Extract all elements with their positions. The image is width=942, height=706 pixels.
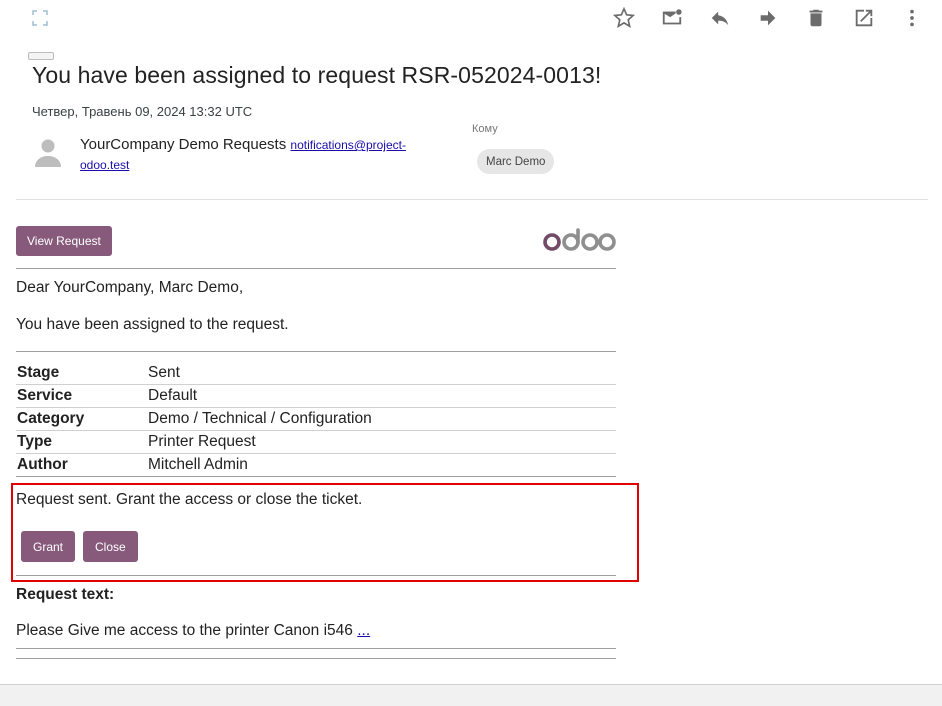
table-row: Stage Sent: [16, 362, 616, 385]
divider: [16, 268, 616, 269]
label-chip[interactable]: [28, 52, 54, 60]
greeting-text: Dear YourCompany, Marc Demo,: [16, 279, 244, 296]
header-divider: [16, 199, 928, 200]
table-row: Author Mitchell Admin: [16, 453, 616, 477]
detail-key: Author: [16, 453, 147, 477]
table-row: Service Default: [16, 384, 616, 408]
mark-unread-icon[interactable]: [660, 6, 684, 30]
sender-name: YourCompany Demo Requests: [80, 136, 287, 153]
detail-value: Mitchell Admin: [147, 453, 616, 477]
detail-key: Type: [16, 430, 147, 454]
reply-icon[interactable]: [708, 6, 732, 30]
detail-value: Default: [147, 384, 616, 408]
bottom-bar: [0, 684, 942, 706]
delete-icon[interactable]: [804, 6, 828, 30]
more-vert-icon[interactable]: [900, 6, 924, 30]
request-text: Please Give me access to the printer Can…: [16, 622, 370, 640]
detail-key: Stage: [16, 362, 147, 385]
person-icon: [35, 139, 61, 167]
recipient-chip[interactable]: Marc Demo: [477, 149, 555, 174]
detail-value: Printer Request: [147, 430, 616, 454]
sender-info: YourCompany Demo Requests notifications@…: [80, 135, 450, 175]
email-subject: You have been assigned to request RSR-05…: [32, 62, 602, 88]
divider: [16, 476, 616, 477]
grant-button[interactable]: Grant: [21, 531, 76, 562]
divider: [16, 351, 616, 352]
forward-icon[interactable]: [756, 6, 780, 30]
table-row: Category Demo / Technical / Configuratio…: [16, 407, 616, 431]
request-text-content: Please Give me access to the printer Can…: [16, 622, 353, 639]
view-request-button[interactable]: View Request: [16, 226, 112, 256]
read-more-link[interactable]: ...: [357, 622, 370, 639]
detail-key: Category: [16, 407, 147, 431]
close-button[interactable]: Close: [83, 531, 138, 562]
detail-value: Sent: [147, 362, 616, 385]
star-icon[interactable]: [612, 6, 636, 30]
odoo-logo: [543, 228, 616, 251]
expand-icon[interactable]: [28, 6, 52, 30]
sender-avatar: [30, 134, 66, 170]
open-external-icon[interactable]: [852, 6, 876, 30]
email-date: Четвер, Травень 09, 2024 13:32 UTC: [32, 104, 253, 119]
divider: [16, 658, 616, 659]
divider: [16, 648, 616, 649]
assigned-text: You have been assigned to the request.: [16, 316, 289, 333]
detail-key: Service: [16, 384, 147, 408]
request-details-table: Stage Sent Service Default Category Demo…: [16, 362, 616, 477]
to-label: Кому: [472, 123, 498, 135]
table-row: Type Printer Request: [16, 430, 616, 454]
request-text-label: Request text:: [16, 586, 115, 603]
message-toolbar: [0, 0, 942, 36]
detail-value: Demo / Technical / Configuration: [147, 407, 616, 431]
